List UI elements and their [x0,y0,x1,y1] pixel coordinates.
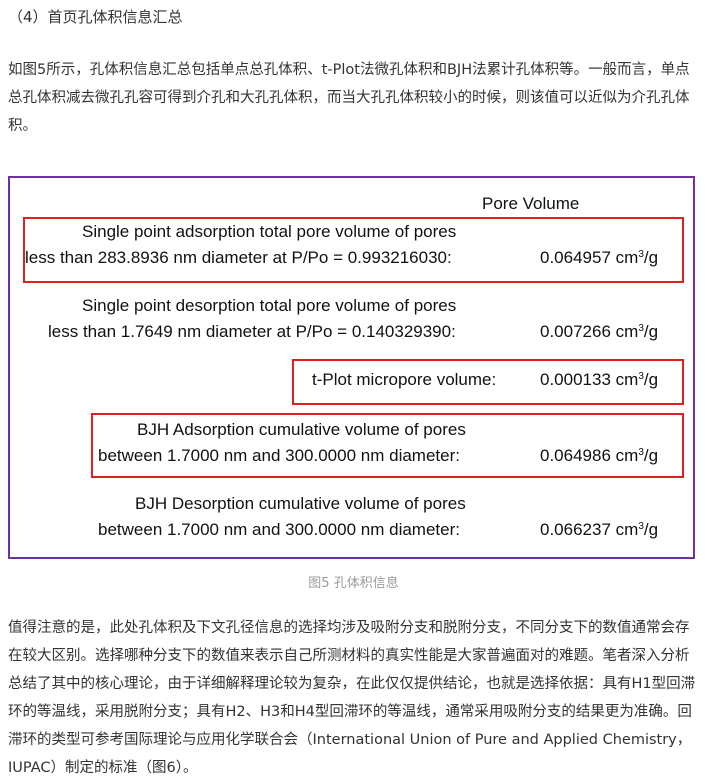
entry-line: BJH Adsorption cumulative volume of pore… [137,420,466,439]
entry-line: t-Plot micropore volume: [312,370,497,389]
entry-value: 0.064957 cm3/g [540,248,659,267]
pore-volume-figure: Pore Volume Single point adsorption tota… [8,176,695,559]
entry-line: between 1.7000 nm and 300.0000 nm diamet… [98,520,460,539]
entry-value: 0.066237 cm3/g [540,520,659,539]
entry-value: 0.064986 cm3/g [540,446,659,465]
entry-line: less than 283.8936 nm diameter at P/Po =… [25,248,452,267]
intro-paragraph: 如图5所示，孔体积信息汇总包括单点总孔体积、t-Plot法微孔体积和BJH法累计… [8,62,690,134]
entry-line: between 1.7000 nm and 300.0000 nm diamet… [98,446,460,465]
entry-line: BJH Desorption cumulative volume of pore… [135,494,466,513]
pore-volume-header: Pore Volume [482,194,580,213]
entry-value: 0.007266 cm3/g [540,322,659,341]
figure-caption: 图5 孔体积信息 [308,576,399,591]
entry-line: Single point adsorption total pore volum… [82,222,457,241]
entry-line: less than 1.7649 nm diameter at P/Po = 0… [48,322,456,341]
outro-paragraph: 值得注意的是，此处孔体积及下文孔径信息的选择均涉及吸附分支和脱附分支，不同分支下… [8,620,696,776]
entry-line: Single point desorption total pore volum… [82,296,457,315]
section-heading: （4）首页孔体积信息汇总 [8,8,183,26]
entry-value: 0.000133 cm3/g [540,370,659,389]
